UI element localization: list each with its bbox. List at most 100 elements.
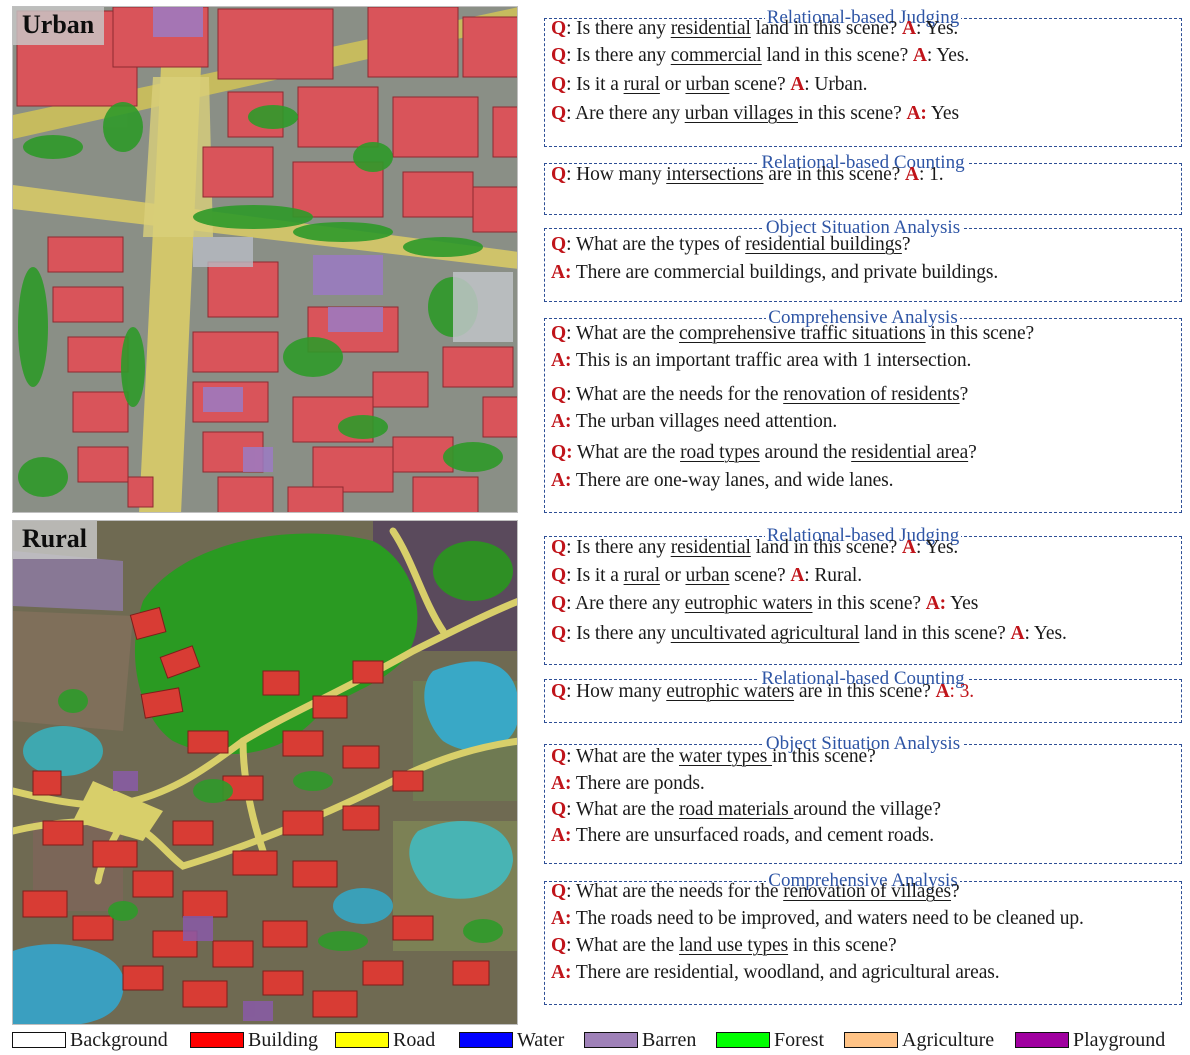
inline-answer: : 1. [919,164,944,185]
legend-swatch [12,1032,66,1048]
key-term: renovation of residents [783,384,960,405]
qa-panel: Relational-based Judging Q: Is there any … [544,7,1182,147]
qa-text: : How many [566,681,667,702]
answer-marker: A [1010,623,1025,644]
key-term: rural [623,565,660,586]
key-term: road types [680,442,760,463]
inline-answer: Yes [926,103,959,124]
question-line: Q: Is it a rural or urban scene? A: Rura… [551,562,862,589]
qa-marker: A: [551,825,572,846]
qa-text: ? [901,234,911,255]
qa-marker: A: [551,262,572,283]
key-term: rural [623,74,660,95]
qa-text: There are commercial buildings, and priv… [571,262,999,283]
qa-marker: Q [551,45,567,66]
qa-panel: Comprehensive Analysis Q: What are the co… [544,307,1182,513]
legend-swatch [335,1032,389,1048]
qa-text: : What are the [566,746,679,767]
qa-marker: Q [551,164,567,185]
legend-item-road: Road [335,1029,435,1051]
inline-answer: : Yes. [1024,623,1067,644]
question-line: Q: What are the comprehensive traffic si… [551,320,1034,347]
answer-marker: A [905,164,919,185]
qa-text: land in this scene? [859,623,1011,644]
question-line: Q: What are the land use types in this s… [551,932,897,959]
key-term: water types [679,746,773,767]
qa-text: : Is there any [566,18,671,39]
answer-line: A: The urban villages need attention. [551,408,837,435]
rural-scene-label: Rural [13,521,97,559]
qa-marker: A: [551,350,572,371]
legend-swatch [584,1032,638,1048]
legend: Background Building Road Water Barren Fo… [12,1029,1190,1053]
legend-label: Building [248,1029,319,1051]
answer-marker: A [790,565,805,586]
key-term: road materials [679,799,794,820]
answer-marker: A [902,537,916,558]
inline-answer: : Urban. [804,74,868,95]
legend-item-playground: Playground [1015,1029,1165,1051]
legend-swatch [1015,1032,1069,1048]
qa-marker: Q [551,935,567,956]
qa-text: land in this scene? [761,45,913,66]
inline-answer: : Yes. [926,45,970,66]
key-term: comprehensive traffic situations [679,323,926,344]
key-term: land use types [679,935,789,956]
qa-marker: Q [551,799,567,820]
answer-marker: A [902,18,916,39]
question-line: Q: What are the types of residential bui… [551,231,911,258]
key-term: renovation of villages [783,881,952,902]
qa-marker: Q [551,103,567,124]
qa-text: What are the [572,442,681,463]
qa-text: : How many [566,164,667,185]
answer-line: A: The roads need to be improved, and wa… [551,905,1084,932]
qa-text: There are unsurfaced roads, and cement r… [571,825,935,846]
qa-text: around the village? [793,799,941,820]
qa-text: : Are there any [566,593,685,614]
qa-text: There are one-way lanes, and wide lanes. [571,470,894,491]
qa-panel: Object Situation Analysis Q: What are the… [544,217,1182,302]
answer-line: A: There are unsurfaced roads, and cemen… [551,822,934,849]
inline-answer: : Yes. [915,537,959,558]
qa-text: : What are the [566,935,679,956]
qa-text: The urban villages need attention. [571,411,838,432]
answer-marker: A [935,681,950,702]
qa-marker: Q [551,18,567,39]
qa-marker: Q [551,323,567,344]
qa-text: in this scene? [798,103,907,124]
qa-panel: Object Situation Analysis Q: What are the… [544,733,1182,864]
qa-text: : Are there any [566,103,685,124]
answer-marker: A [790,74,805,95]
answer-line: A: There are commercial buildings, and p… [551,259,998,286]
answer-marker: A: [906,103,927,124]
legend-item-agriculture: Agriculture [844,1029,994,1051]
qa-marker: Q [551,384,567,405]
legend-label: Barren [642,1029,697,1051]
qa-text: or [659,565,686,586]
key-term: urban villages [684,103,798,124]
qa-text: : What are the [566,799,679,820]
qa-panel: Relational-based Counting Q: How many int… [544,152,1182,215]
qa-text: are in this scene? [794,681,936,702]
qa-text: land in this scene? [750,18,902,39]
legend-swatch [844,1032,898,1048]
legend-item-building: Building [190,1029,318,1051]
urban-segmentation-map [13,7,517,512]
legend-label: Forest [774,1029,824,1051]
qa-text: in this scene? [788,935,897,956]
urban-scene-label: Urban [13,7,105,45]
qa-marker: Q [551,746,567,767]
qa-text: : Is it a [566,565,624,586]
question-line: Q: Is there any residential land in this… [551,15,958,42]
qa-marker: Q [551,537,567,558]
inline-answer: : 3. [949,681,975,702]
qa-text: in this scene? [812,593,926,614]
qa-marker: Q [551,74,567,95]
question-line: Q: What are the road types around the re… [551,439,977,466]
key-term: residential [670,537,751,558]
inline-answer: Yes [946,593,979,614]
question-line: Q: Are there any urban villages in this … [551,100,959,127]
key-term: eutrophic waters [666,681,795,702]
qa-panel: Relational-based Counting Q: How many eut… [544,668,1182,723]
question-line: Q: Is there any commercial land in this … [551,42,969,69]
